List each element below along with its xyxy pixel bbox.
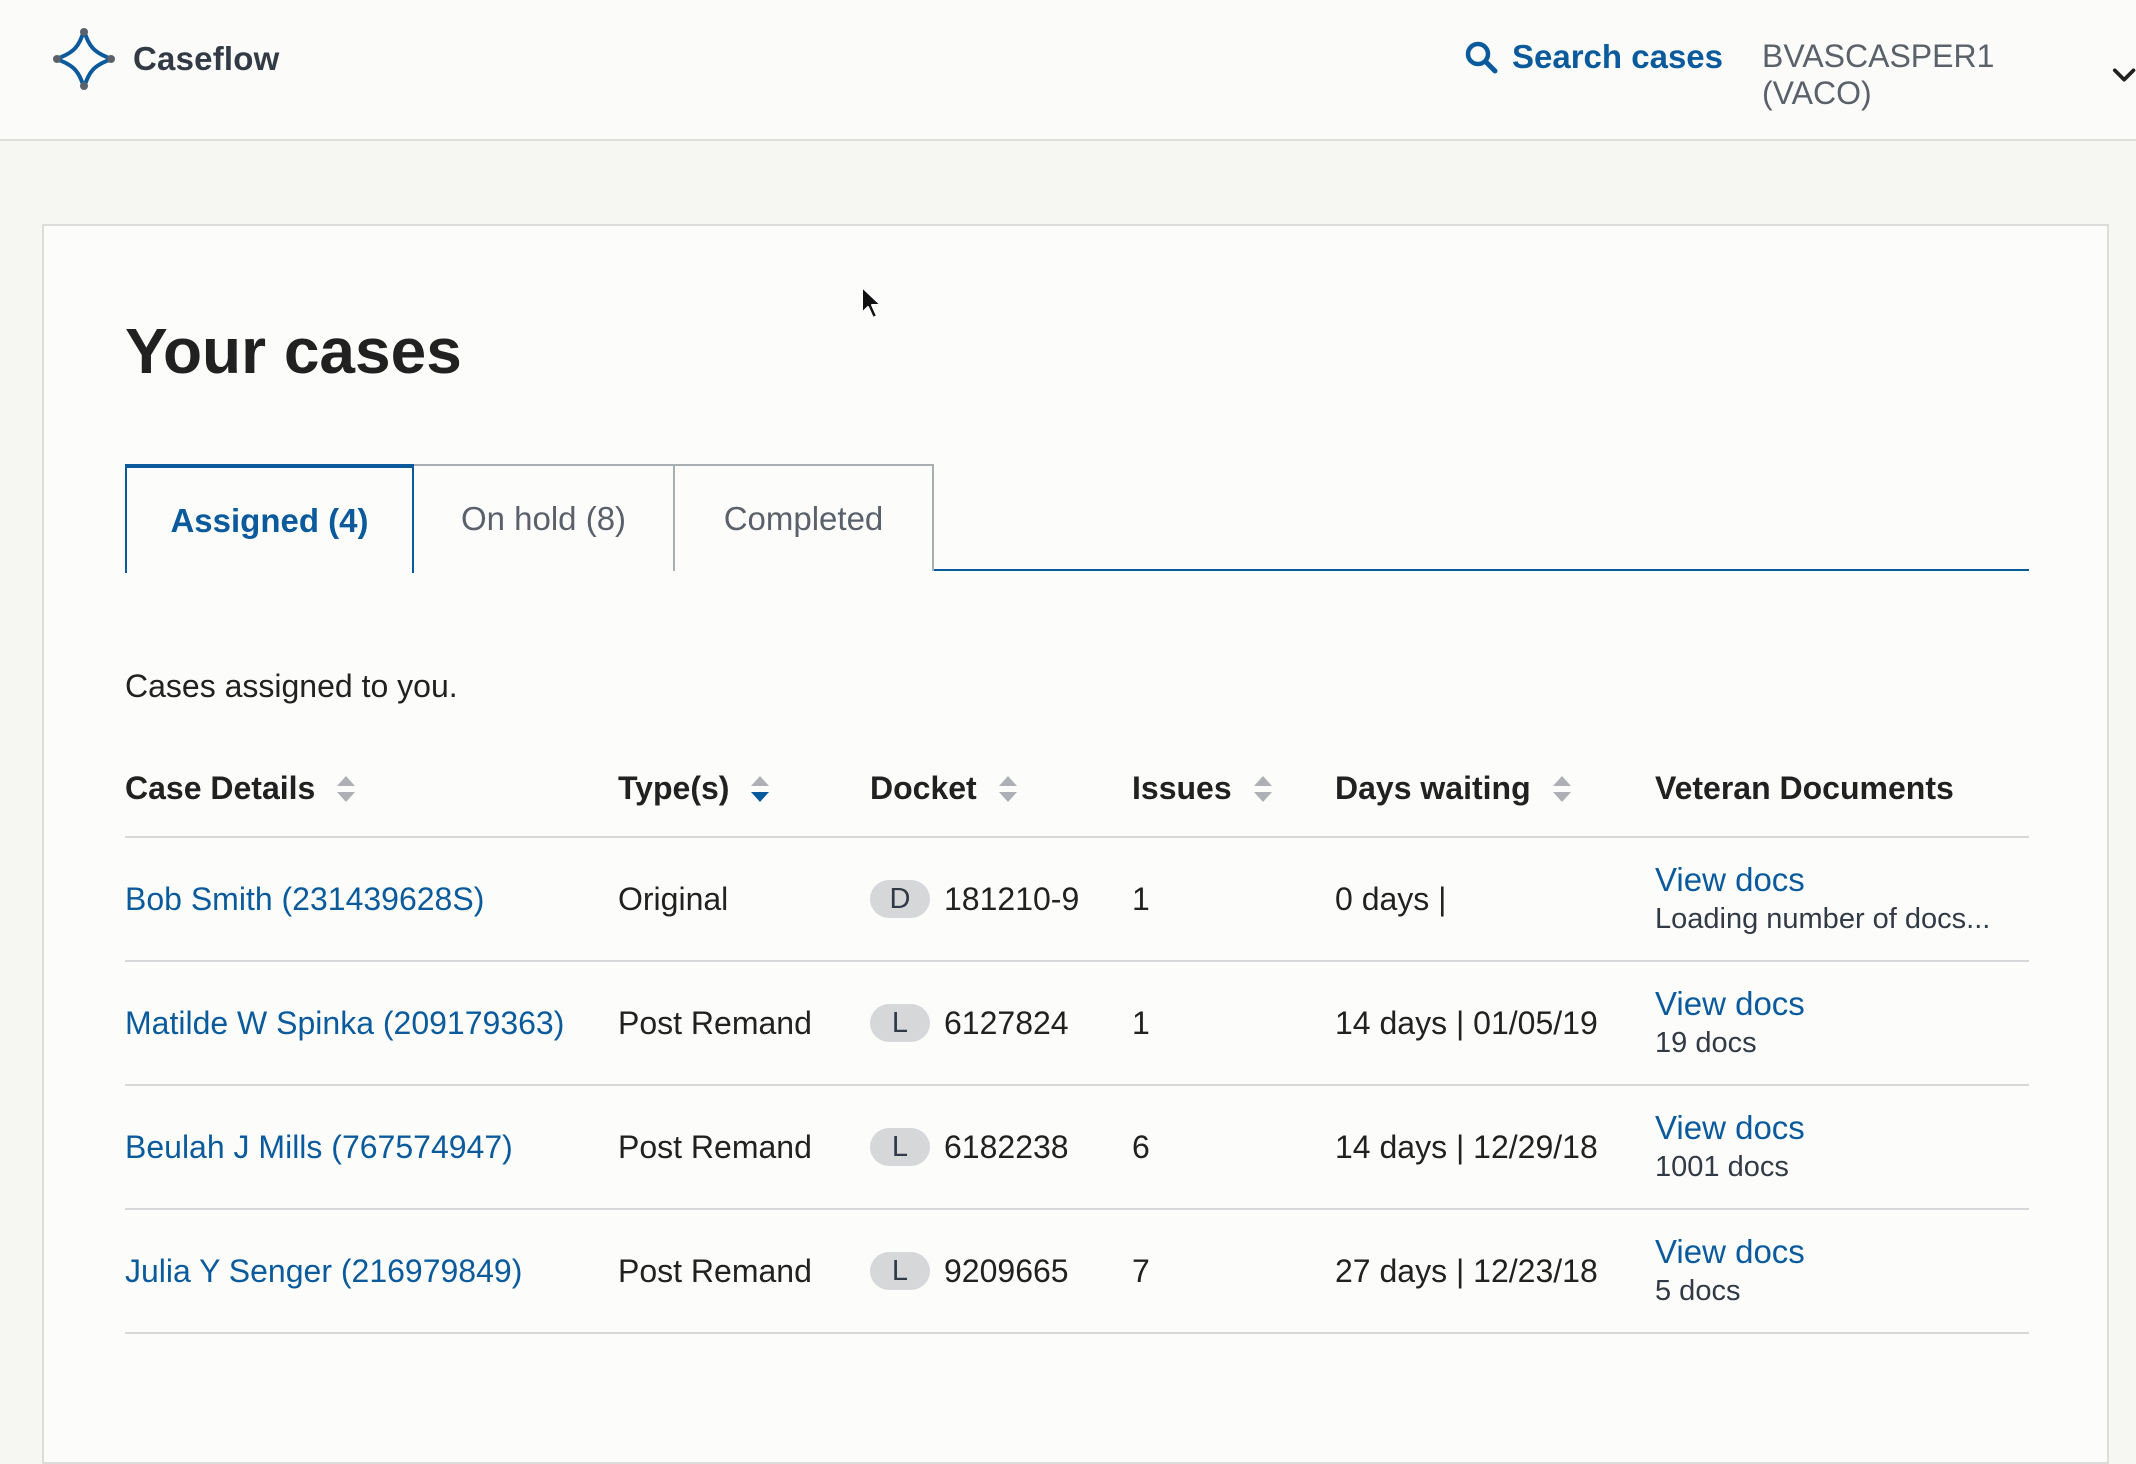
cases-table: Case Details Type(s) Docket Issues Days … <box>125 746 2029 1334</box>
table-row: Matilde W Spinka (209179363) Post Remand… <box>125 962 2029 1086</box>
header-label: Type(s) <box>618 770 730 806</box>
search-cases-link[interactable]: Search cases <box>1464 38 1723 76</box>
tab-description: Cases assigned to you. <box>125 668 458 704</box>
docket-type-badge: D <box>870 880 930 918</box>
docs-count: 5 docs <box>1655 1275 1741 1308</box>
docket-number: 6182238 <box>944 1128 1069 1165</box>
issue-count: 6 <box>1132 1128 1150 1165</box>
user-menu-dropdown[interactable]: BVASCASPER1 (VACO) <box>1762 38 2136 112</box>
case-details-link[interactable]: Julia Y Senger (216979849) <box>125 1253 522 1290</box>
case-type: Post Remand <box>618 1004 812 1041</box>
chevron-down-icon <box>2112 68 2136 82</box>
table-header: Case Details Type(s) Docket Issues Days … <box>125 746 2029 838</box>
tab-on-hold[interactable]: On hold (8) <box>412 464 675 571</box>
header-label: Veteran Documents <box>1655 770 1954 806</box>
brand[interactable]: Caseflow <box>51 26 279 92</box>
view-docs-link[interactable]: View docs <box>1655 1107 1805 1148</box>
docket-type-badge: L <box>870 1252 930 1290</box>
view-docs-link[interactable]: View docs <box>1655 983 1805 1024</box>
docs-count: 1001 docs <box>1655 1151 1789 1184</box>
sort-icon[interactable] <box>1551 774 1573 804</box>
case-tabs: Assigned (4) On hold (8) Completed <box>125 464 2029 573</box>
issue-count: 1 <box>1132 1004 1150 1041</box>
case-details-link[interactable]: Bob Smith (231439628S) <box>125 881 484 918</box>
case-details-link[interactable]: Beulah J Mills (767574947) <box>125 1129 513 1166</box>
header-label: Issues <box>1132 770 1232 806</box>
case-type: Post Remand <box>618 1128 812 1165</box>
docket-type-badge: L <box>870 1004 930 1042</box>
docket-number: 9209665 <box>944 1252 1069 1289</box>
docket-number: 181210-9 <box>944 880 1080 917</box>
days-waiting: 14 days | 01/05/19 <box>1335 1004 1598 1041</box>
case-type: Original <box>618 880 729 917</box>
caseflow-logo-icon <box>53 28 115 90</box>
cases-card: Your cases Assigned (4) On hold (8) Comp… <box>42 224 2109 1464</box>
days-waiting: 14 days | 12/29/18 <box>1335 1128 1598 1165</box>
case-type: Post Remand <box>618 1252 812 1289</box>
days-waiting: 0 days | <box>1335 880 1447 917</box>
header-docket: Docket <box>870 770 1019 807</box>
sort-icon[interactable] <box>1252 774 1274 804</box>
sort-icon[interactable] <box>997 774 1019 804</box>
docket-type-badge: L <box>870 1128 930 1166</box>
case-details-link[interactable]: Matilde W Spinka (209179363) <box>125 1005 564 1042</box>
user-name: BVASCASPER1 (VACO) <box>1762 38 1995 111</box>
header-types: Type(s) <box>618 770 771 807</box>
search-icon <box>1465 41 1498 74</box>
view-docs-link[interactable]: View docs <box>1655 1231 1805 1272</box>
tab-completed[interactable]: Completed <box>673 464 934 571</box>
sort-icon[interactable] <box>335 774 357 804</box>
header-label: Docket <box>870 770 977 806</box>
view-docs-link[interactable]: View docs <box>1655 859 1805 900</box>
table-row: Beulah J Mills (767574947) Post Remand L… <box>125 1086 2029 1210</box>
table-row: Bob Smith (231439628S) Original D 181210… <box>125 838 2029 962</box>
docket-number: 6127824 <box>944 1004 1069 1041</box>
header-label: Case Details <box>125 770 316 806</box>
tab-assigned[interactable]: Assigned (4) <box>125 464 414 573</box>
mouse-cursor-icon <box>861 286 882 319</box>
header-veteran-documents: Veteran Documents <box>1655 770 1954 807</box>
header-days-waiting: Days waiting <box>1335 770 1573 807</box>
page-title: Your cases <box>125 315 462 387</box>
app-name: Caseflow <box>133 40 280 77</box>
header-issues: Issues <box>1132 770 1274 807</box>
issue-count: 1 <box>1132 880 1150 917</box>
docs-count: Loading number of docs... <box>1655 903 1991 936</box>
header-label: Days waiting <box>1335 770 1531 806</box>
top-navigation-bar: Caseflow Search cases BVASCASPER1 (VACO) <box>0 0 2136 141</box>
docs-count: 19 docs <box>1655 1027 1757 1060</box>
search-cases-label: Search cases <box>1512 38 1724 75</box>
issue-count: 7 <box>1132 1252 1150 1289</box>
days-waiting: 27 days | 12/23/18 <box>1335 1252 1598 1289</box>
table-row: Julia Y Senger (216979849) Post Remand L… <box>125 1210 2029 1334</box>
header-case-details: Case Details <box>125 770 357 807</box>
sort-icon[interactable] <box>749 774 771 804</box>
